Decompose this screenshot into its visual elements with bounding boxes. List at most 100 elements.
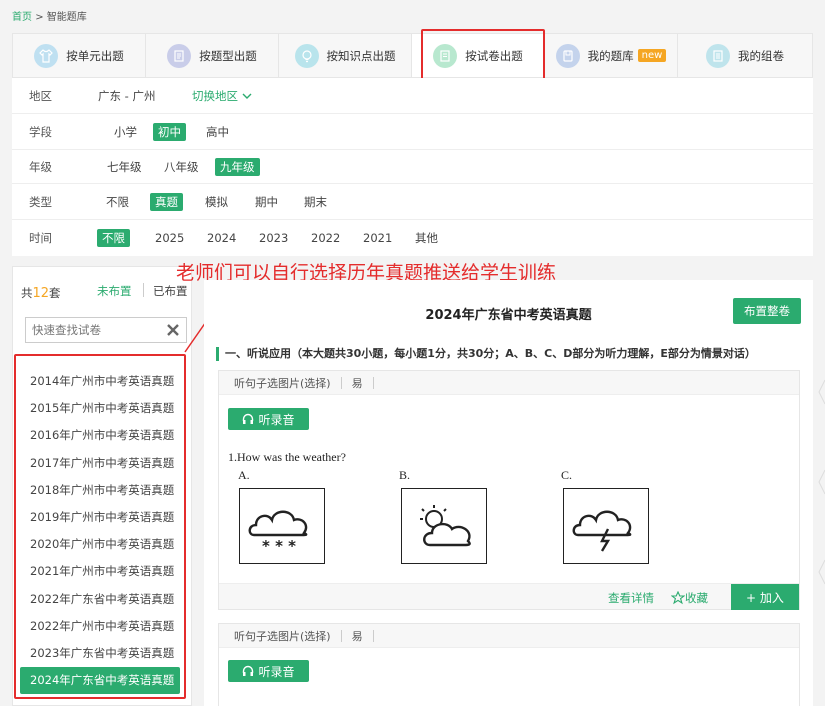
divider <box>372 629 374 642</box>
stage-option-primary[interactable]: 小学 <box>109 123 142 141</box>
time-option-2024[interactable]: 2024 <box>202 230 241 246</box>
tab-label: 按试卷出题 <box>465 48 523 63</box>
headphones-icon <box>243 665 254 676</box>
time-option-any[interactable]: 不限 <box>97 229 130 247</box>
tab-label: 按知识点出题 <box>326 48 396 63</box>
tab-my-papers[interactable]: 我的组卷 <box>678 34 812 77</box>
type-option-real[interactable]: 真题 <box>150 192 183 211</box>
divider <box>340 629 342 642</box>
type-option-midterm[interactable]: 期中 <box>250 193 283 211</box>
add-question-label: 加入 <box>759 590 784 605</box>
time-option-other[interactable]: 其他 <box>410 229 443 247</box>
section-heading: 一、听说应用（本大题共30小题，每小题1分，共30分；A、B、C、D部分为听力理… <box>216 347 756 361</box>
breadcrumb-home-link[interactable]: 首页 <box>12 12 32 23</box>
add-question-button[interactable]: + 加入 <box>731 584 799 610</box>
view-detail-link[interactable]: 查看详情 <box>608 590 654 606</box>
time-option-2023[interactable]: 2023 <box>254 230 293 246</box>
clear-icon[interactable] <box>164 320 182 340</box>
grade-option-7[interactable]: 七年级 <box>102 158 147 176</box>
tab-my-question-bank[interactable]: 我的题库 new <box>545 34 678 77</box>
grade-option-9[interactable]: 九年级 <box>215 157 260 176</box>
paper-list-item[interactable]: 2017年广州市中考英语真题 <box>16 450 184 477</box>
option-label: B. <box>399 468 411 482</box>
filter-unassigned[interactable]: 未布置 <box>97 283 132 299</box>
favorite-label: 收藏 <box>685 591 708 605</box>
question-text: 1.How was the weather? <box>228 450 346 464</box>
page-scrollbar[interactable] <box>815 280 825 706</box>
paper-list-item[interactable]: 2016年广州市中考英语真题 <box>16 422 184 449</box>
paper-list-item[interactable]: 2015年广州市中考英语真题 <box>16 395 184 422</box>
type-option-any[interactable]: 不限 <box>101 193 134 211</box>
tab-label: 按题型出题 <box>199 48 257 63</box>
tab-label: 按单元出题 <box>66 48 124 63</box>
play-audio-button[interactable]: 听录音 <box>228 408 309 430</box>
document-icon <box>706 43 730 68</box>
filter-row-grade: 年级 七年级 八年级 九年级 <box>12 150 813 184</box>
new-badge: new <box>637 49 667 62</box>
filter-label: 地区 <box>29 88 52 103</box>
paper-title: 2024年广东省中考英语真题 <box>425 308 592 323</box>
question-card: 听句子选图片(选择) 易 听录音 <box>218 623 800 706</box>
question-type: 听句子选图片(选择) <box>234 629 331 643</box>
option-label: A. <box>238 468 250 482</box>
chevron-down-icon <box>242 93 252 99</box>
play-audio-label: 听录音 <box>258 412 295 427</box>
question-type: 听句子选图片(选择) <box>234 376 331 390</box>
filter-label: 时间 <box>29 231 52 245</box>
paper-list-item[interactable]: 2014年广州市中考英语真题 <box>16 368 184 395</box>
paper-list-item[interactable]: 2023年广东省中考英语真题 <box>16 640 184 667</box>
paper-list: 2014年广州市中考英语真题 2015年广州市中考英语真题 2016年广州市中考英语… <box>14 354 186 699</box>
filter-row-type: 类型 不限 真题 模拟 期中 期末 <box>12 184 813 220</box>
option-label: C. <box>561 468 573 482</box>
grade-option-8[interactable]: 八年级 <box>159 158 204 176</box>
question-card: 听句子选图片(选择) 易 听录音 1.How was the weather? … <box>218 370 800 610</box>
paper-search-input[interactable] <box>26 318 156 342</box>
t-shirt-icon <box>34 43 59 68</box>
paper-list-item[interactable]: 2020年广州市中考英语真题 <box>16 531 184 558</box>
question-meta: 听句子选图片(选择) 易 <box>219 371 799 395</box>
breadcrumb: 首页 > 智能题库 <box>12 8 87 23</box>
paper-list-item[interactable]: 2021年广州市中考英语真题 <box>16 558 184 585</box>
paper-list-item[interactable]: 2024年广东省中考英语真题 <box>20 667 180 695</box>
list-icon <box>167 43 192 68</box>
tab-by-paper[interactable]: 按试卷出题 <box>412 34 545 77</box>
filter-row-stage: 学段 小学 初中 高中 <box>12 114 813 150</box>
stage-option-senior[interactable]: 高中 <box>201 123 234 141</box>
headphones-icon <box>243 413 254 424</box>
filter-row-time: 时间 不限 2025 2024 2023 2022 2021 其他 <box>12 220 813 256</box>
filter-assigned[interactable]: 已布置 <box>153 283 188 299</box>
type-option-mock[interactable]: 模拟 <box>200 193 233 211</box>
tab-by-type[interactable]: 按题型出题 <box>146 34 279 77</box>
region-value: 广东 - 广州 <box>98 88 156 103</box>
paper-list-item[interactable]: 2022年广州市中考英语真题 <box>16 613 184 640</box>
star-icon <box>671 591 685 605</box>
tab-label: 我的组卷 <box>738 48 784 63</box>
time-option-2025[interactable]: 2025 <box>150 230 189 246</box>
time-option-2021[interactable]: 2021 <box>358 230 397 246</box>
time-option-2022[interactable]: 2022 <box>306 230 345 246</box>
filter-row-region: 地区 广东 - 广州 切换地区 <box>12 78 813 114</box>
type-option-final[interactable]: 期末 <box>299 193 332 211</box>
paper-preview: 2024年广东省中考英语真题 布置整卷 一、听说应用（本大题共30小题，每小题1… <box>204 280 813 706</box>
divider <box>340 376 342 389</box>
svg-text:* * *: * * * <box>262 537 296 555</box>
assign-paper-button[interactable]: 布置整卷 <box>733 298 801 324</box>
stage-option-junior[interactable]: 初中 <box>153 122 186 141</box>
switch-region-link[interactable]: 切换地区 <box>192 88 252 104</box>
paper-list-item[interactable]: 2022年广东省中考英语真题 <box>16 586 184 613</box>
question-footer: 查看详情 收藏 + 加入 <box>219 583 799 610</box>
bank-icon <box>555 43 580 68</box>
filter-label: 类型 <box>29 194 52 209</box>
divider <box>143 283 144 297</box>
snow-icon: * * * <box>239 488 325 564</box>
difficulty: 易 <box>351 376 363 390</box>
tab-by-unit[interactable]: 按单元出题 <box>13 34 146 77</box>
favorite-link[interactable]: 收藏 <box>671 590 708 606</box>
paper-list-item[interactable]: 2018年广州市中考英语真题 <box>16 477 184 504</box>
question-meta: 听句子选图片(选择) 易 <box>219 624 799 648</box>
paper-list-item[interactable]: 2019年广州市中考英语真题 <box>16 504 184 531</box>
play-audio-button[interactable]: 听录音 <box>228 660 309 682</box>
filter-label: 年级 <box>29 159 52 174</box>
tab-by-knowledge-point[interactable]: 按知识点出题 <box>279 34 412 77</box>
paper-sidebar: 共12套 未布置 已布置 2014年广州市中考英语真题2015年广州市中考英语真… <box>12 266 192 706</box>
